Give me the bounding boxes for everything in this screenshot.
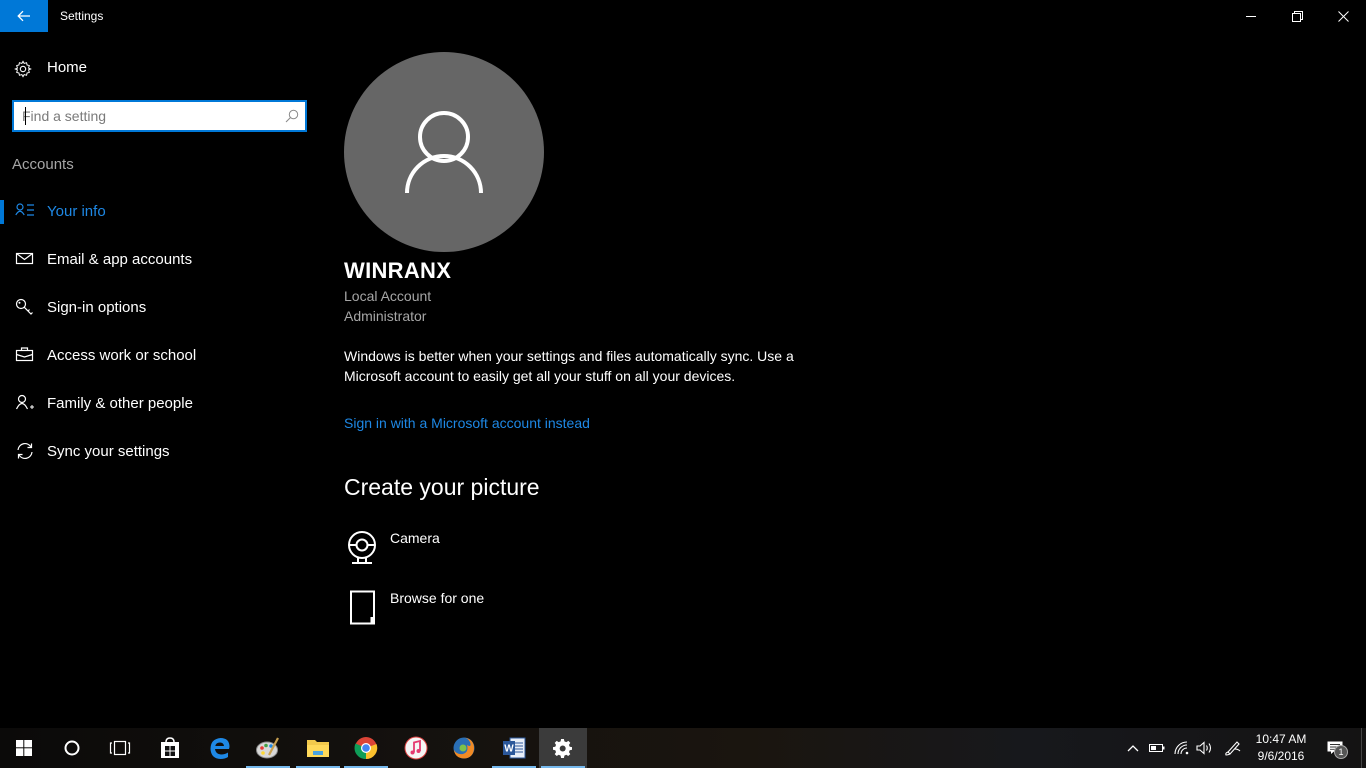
nav-label: Email & app accounts: [47, 251, 193, 268]
firefox-icon: [453, 737, 475, 759]
user-name: WINRANX: [344, 258, 452, 283]
taskbar-app-firefox[interactable]: [440, 728, 488, 768]
minimize-icon: [1246, 16, 1256, 17]
document-icon: [350, 590, 375, 625]
add-person-icon: [15, 394, 34, 410]
sidebar-item-sign-in-options[interactable]: Sign-in options: [0, 284, 320, 332]
pen-icon: [1225, 741, 1241, 756]
volume-tray-button[interactable]: [1194, 728, 1216, 768]
taskbar-app-store[interactable]: [146, 728, 194, 768]
edge-icon: [210, 738, 230, 759]
mail-icon: [15, 252, 34, 265]
section-heading: Accounts: [12, 156, 74, 173]
sidebar-item-sync-settings[interactable]: Sync your settings: [0, 428, 320, 476]
camera-option[interactable]: Camera: [344, 530, 644, 574]
close-icon: [1337, 10, 1349, 22]
show-hidden-icons-button[interactable]: [1122, 728, 1144, 768]
taskbar-app-chrome[interactable]: [342, 728, 390, 768]
sidebar-item-access-work-school[interactable]: Access work or school: [0, 332, 320, 380]
taskbar-app-itunes[interactable]: [392, 728, 440, 768]
gear-icon: [553, 738, 572, 758]
battery-tray-button[interactable]: [1146, 728, 1168, 768]
search-icon[interactable]: [285, 109, 299, 123]
search-input[interactable]: [22, 106, 272, 126]
nav-label: Family & other people: [47, 395, 193, 412]
action-center-wrap: 1: [1327, 741, 1348, 759]
cortana-button[interactable]: [48, 728, 96, 768]
person-icon: [405, 111, 483, 194]
volume-icon: [1196, 741, 1212, 755]
search-box[interactable]: [12, 100, 307, 132]
create-picture-heading: Create your picture: [344, 474, 540, 500]
sidebar-item-family-other-people[interactable]: Family & other people: [0, 380, 320, 428]
browse-label: Browse for one: [390, 590, 485, 606]
briefcase-icon: [15, 347, 34, 362]
sidebar: Home Accounts Your info Email & app acco…: [0, 32, 320, 728]
close-button[interactable]: [1320, 0, 1366, 32]
gear-icon: [14, 60, 32, 78]
home-nav-item[interactable]: Home: [0, 52, 320, 86]
taskbar-app-word[interactable]: W: [490, 728, 538, 768]
taskbar-app-file-explorer[interactable]: [294, 728, 342, 768]
store-bag-icon: [161, 737, 179, 758]
accounts-nav: Your info Email & app accounts Sign-in o…: [0, 188, 320, 476]
show-desktop-button[interactable]: [1361, 728, 1366, 768]
clock[interactable]: 10:47 AM 9/6/2016: [1248, 731, 1314, 765]
taskbar-app-edge[interactable]: [196, 728, 244, 768]
webcam-icon: [348, 531, 376, 564]
battery-icon: [1149, 744, 1165, 752]
taskbar-app-paint[interactable]: [244, 728, 292, 768]
account-role: Administrator: [344, 308, 427, 324]
nav-label: Sign-in options: [47, 299, 147, 316]
key-icon: [15, 298, 33, 315]
main-content: WINRANX Local Account Administrator Wind…: [344, 32, 1344, 728]
user-avatar: [344, 52, 544, 252]
nav-label: Access work or school: [47, 347, 197, 364]
nav-label: Your info: [47, 203, 106, 220]
task-view-icon: [109, 740, 131, 756]
restore-button[interactable]: [1274, 0, 1320, 32]
action-center-button[interactable]: 1: [1320, 728, 1350, 768]
taskbar-app-settings[interactable]: [539, 728, 587, 768]
account-type: Local Account: [344, 288, 432, 304]
notification-count-badge: 1: [1334, 745, 1348, 759]
windows-ink-button[interactable]: [1222, 728, 1244, 768]
sign-in-microsoft-link[interactable]: Sign in with a Microsoft account instead: [344, 415, 590, 431]
sidebar-item-your-info[interactable]: Your info: [0, 188, 320, 236]
cortana-circle-icon: [64, 740, 80, 756]
network-tray-button[interactable]: [1171, 728, 1193, 768]
windows-logo-icon: [16, 740, 32, 756]
app-title: Settings: [60, 9, 104, 23]
task-view-button[interactable]: [96, 728, 144, 768]
text-cursor: [25, 107, 26, 125]
home-label: Home: [47, 59, 88, 76]
clock-time: 10:47 AM: [1255, 732, 1307, 746]
clock-date: 9/6/2016: [1257, 749, 1305, 763]
sidebar-item-email-app-accounts[interactable]: Email & app accounts: [0, 236, 320, 284]
back-button[interactable]: [0, 0, 48, 32]
restore-icon: [1291, 10, 1303, 22]
minimize-button[interactable]: [1228, 0, 1274, 32]
sync-icon: [17, 442, 33, 460]
word-icon: W: [503, 737, 526, 759]
wifi-icon: [1174, 741, 1189, 755]
title-bar: Settings: [0, 0, 1366, 32]
selection-indicator: [0, 200, 4, 224]
taskbar: W 10:47 AM 9/6/2016 1: [0, 728, 1366, 768]
chevron-up-icon: [1127, 745, 1139, 752]
arrow-left-icon: [17, 10, 30, 22]
camera-label: Camera: [390, 530, 440, 546]
folder-icon: [307, 740, 329, 757]
svg-text:W: W: [504, 744, 514, 755]
start-button[interactable]: [0, 728, 48, 768]
itunes-icon: [404, 736, 428, 760]
contact-info-icon: [15, 203, 34, 216]
sync-message: Windows is better when your settings and…: [344, 348, 794, 384]
chrome-icon: [354, 737, 378, 760]
paint-palette-icon: [256, 737, 279, 759]
nav-label: Sync your settings: [47, 443, 170, 460]
browse-option[interactable]: Browse for one: [344, 590, 644, 634]
